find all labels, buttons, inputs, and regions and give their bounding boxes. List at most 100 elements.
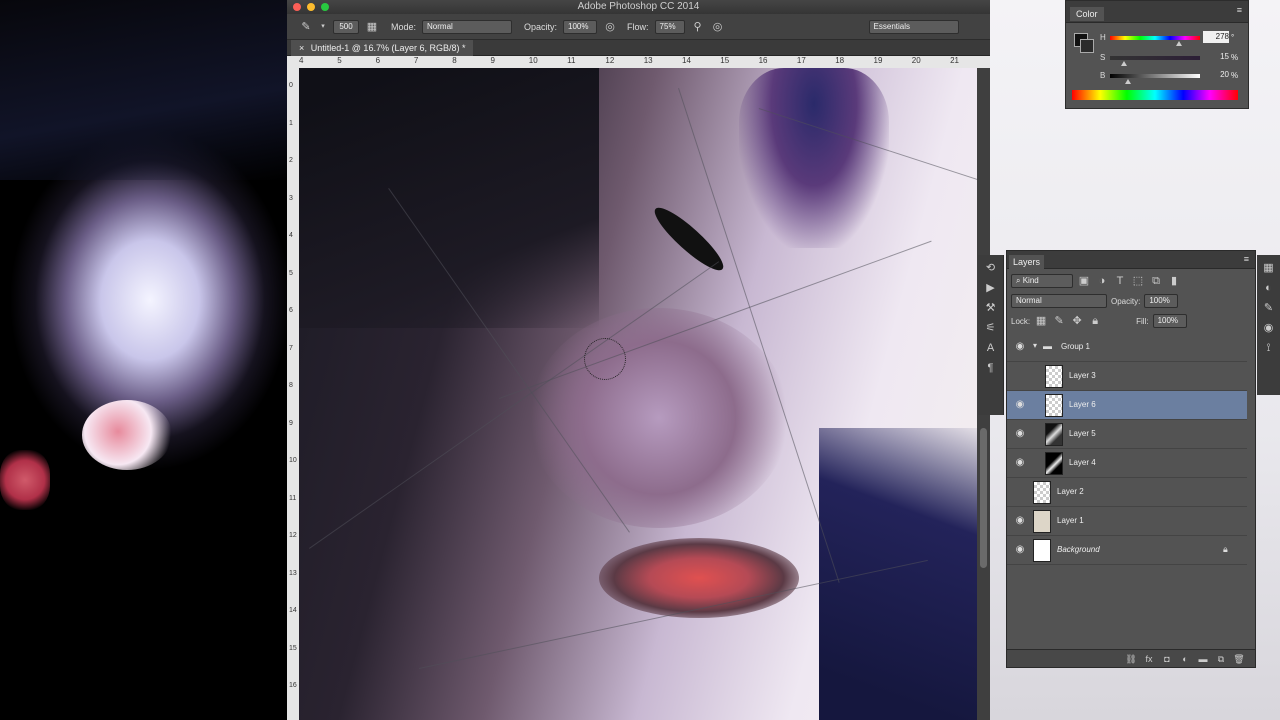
history-icon[interactable]: ⟲ <box>984 261 998 275</box>
layer-row-group-1[interactable]: ◉ ▾ ▬ Group 1 <box>1007 333 1247 362</box>
visibility-off-icon[interactable] <box>1013 370 1027 382</box>
reference-lips <box>0 450 50 510</box>
add-mask-icon[interactable]: ◘ <box>1161 653 1173 665</box>
lock-transparent-icon[interactable]: ▦ <box>1034 314 1048 328</box>
visibility-eye-icon[interactable]: ◉ <box>1013 399 1027 411</box>
workspace-select[interactable]: Essentials <box>868 19 959 34</box>
character-icon[interactable]: A <box>984 341 998 355</box>
visibility-eye-icon[interactable]: ◉ <box>1013 457 1027 469</box>
saturation-slider-thumb[interactable] <box>1120 61 1127 66</box>
lock-image-icon[interactable]: ✎ <box>1052 314 1066 328</box>
brightness-field[interactable]: 20 <box>1203 69 1229 81</box>
pressure-size-icon[interactable]: ◎ <box>711 20 725 34</box>
brush-size-picker[interactable]: 500 <box>333 19 359 34</box>
ruler-tick-label: 10 <box>528 56 538 65</box>
paragraph-icon[interactable]: ¶ <box>984 361 998 375</box>
filter-kind-select[interactable]: ⌕ Kind <box>1011 274 1073 288</box>
filter-adjustment-icon[interactable]: ◑ <box>1095 274 1109 288</box>
color-spectrum-ramp[interactable] <box>1072 90 1238 100</box>
panel-menu-icon[interactable]: ≡ <box>1244 254 1249 264</box>
lock-position-icon[interactable]: ✥ <box>1070 314 1084 328</box>
document-tab[interactable]: × Untitled-1 @ 16.7% (Layer 6, RGB/8) * <box>291 40 474 56</box>
airbrush-icon[interactable]: ⚲ <box>691 20 705 34</box>
filter-type-icon[interactable]: T <box>1113 274 1127 288</box>
ruler-tick-label: 4 <box>289 232 293 239</box>
document-canvas[interactable] <box>299 68 977 720</box>
visibility-eye-icon[interactable]: ◉ <box>1013 341 1027 353</box>
horizontal-ruler[interactable]: 4 5 6 7 8 9 10 11 12 13 14 15 16 17 18 19 20 21 <box>287 56 990 68</box>
pressure-opacity-icon[interactable]: ◎ <box>603 20 617 34</box>
color-panel-tab[interactable]: Color <box>1070 7 1104 21</box>
saturation-field[interactable]: 15 <box>1203 51 1229 63</box>
link-layers-icon[interactable]: ⛓ <box>1125 653 1137 665</box>
tool-preset-chevron-icon[interactable]: ▾ <box>319 20 327 34</box>
layers-panel-tab[interactable]: Layers <box>1009 255 1045 269</box>
layer-row-layer-6[interactable]: ◉ Layer 6 <box>1007 391 1247 420</box>
new-layer-icon[interactable]: ⧉ <box>1215 653 1227 665</box>
ruler-tick-label: 17 <box>796 56 806 65</box>
panel-menu-icon[interactable]: ≡ <box>1237 5 1242 15</box>
group-expand-chevron-icon[interactable]: ▾ <box>1033 341 1037 350</box>
new-adjustment-icon[interactable]: ◐ <box>1179 653 1191 665</box>
channels-icon[interactable]: ◉ <box>1262 321 1276 335</box>
opacity-field[interactable]: 100% <box>563 19 598 34</box>
ruler-tick-label: 16 <box>289 682 297 689</box>
brush-cursor <box>584 338 626 380</box>
layer-thumbnail <box>1033 510 1051 533</box>
fill-field[interactable]: 100% <box>1152 314 1187 328</box>
layer-row-layer-5[interactable]: ◉ Layer 5 <box>1007 420 1247 449</box>
brush-panel-toggle-icon[interactable]: ▦ <box>365 20 379 34</box>
actions-play-icon[interactable]: ▶ <box>984 281 998 295</box>
brightness-unit: % <box>1231 71 1239 80</box>
vertical-ruler[interactable]: 01234567891011121314151617 <box>287 68 299 720</box>
close-window-button[interactable] <box>293 3 301 11</box>
background-color-swatch[interactable] <box>1080 39 1094 53</box>
layer-row-layer-3[interactable]: Layer 3 <box>1007 362 1247 391</box>
tool-presets-icon[interactable]: ⚒ <box>984 301 998 315</box>
adjustments-icon[interactable]: ◐ <box>1262 281 1276 295</box>
painting-mouth <box>599 538 799 618</box>
filter-pixel-icon[interactable]: ▣ <box>1077 274 1091 288</box>
layer-row-background[interactable]: ◉ Background 🔒︎ <box>1007 536 1247 565</box>
hue-slider[interactable] <box>1110 36 1200 40</box>
layer-row-layer-1[interactable]: ◉ Layer 1 <box>1007 507 1247 536</box>
brightness-slider-thumb[interactable] <box>1125 79 1131 84</box>
layer-opacity-field[interactable]: 100% <box>1144 294 1179 308</box>
ruler-tick-label: 2 <box>289 157 293 164</box>
new-group-folder-icon[interactable]: ▬ <box>1197 653 1209 665</box>
blend-mode-select[interactable]: Normal <box>1011 294 1107 308</box>
minimize-window-button[interactable] <box>307 3 315 11</box>
swatches-grid-icon[interactable]: ▦ <box>1262 261 1276 275</box>
panel-dock-right: ▦ ◐ ✎ ◉ ⟟ <box>1257 255 1280 395</box>
saturation-slider[interactable] <box>1110 56 1200 60</box>
brightness-slider[interactable] <box>1110 74 1200 78</box>
layer-row-layer-4[interactable]: ◉ Layer 4 <box>1007 449 1247 478</box>
filter-toggle-icon[interactable]: ▮ <box>1167 274 1181 288</box>
filter-shape-icon[interactable]: ⬚ <box>1131 274 1145 288</box>
hue-field[interactable]: 278 <box>1203 31 1229 43</box>
layer-style-fx-icon[interactable]: fx <box>1143 653 1155 665</box>
flow-field[interactable]: 75% <box>654 19 685 34</box>
layer-row-layer-2[interactable]: Layer 2 <box>1007 478 1247 507</box>
layer-name: Group 1 <box>1061 342 1090 351</box>
lock-all-icon[interactable]: 🔒︎ <box>1088 314 1102 328</box>
visibility-eye-icon[interactable]: ◉ <box>1013 428 1027 440</box>
layers-panel-header: Layers ≡ <box>1007 251 1255 269</box>
brush-settings-icon[interactable]: ⚟ <box>984 321 998 335</box>
visibility-eye-icon[interactable]: ◉ <box>1013 515 1027 527</box>
hue-slider-thumb[interactable] <box>1176 41 1183 46</box>
layer-name: Background <box>1057 545 1100 554</box>
filter-smart-object-icon[interactable]: ⧉ <box>1149 274 1163 288</box>
brush-tool-icon[interactable]: ✎ <box>299 20 313 34</box>
paths-icon[interactable]: ⟟ <box>1262 341 1276 355</box>
mode-select[interactable]: Normal <box>422 19 513 34</box>
close-tab-icon[interactable]: × <box>299 43 304 53</box>
styles-icon[interactable]: ✎ <box>1262 301 1276 315</box>
scrollbar-thumb[interactable] <box>980 428 987 568</box>
visibility-eye-icon[interactable]: ◉ <box>1013 544 1027 556</box>
visibility-off-icon[interactable] <box>1013 486 1027 498</box>
reference-hair <box>0 0 287 180</box>
delete-layer-trash-icon[interactable]: 🗑︎ <box>1233 653 1245 665</box>
zoom-window-button[interactable] <box>321 3 329 11</box>
flow-label: Flow: <box>627 21 649 32</box>
